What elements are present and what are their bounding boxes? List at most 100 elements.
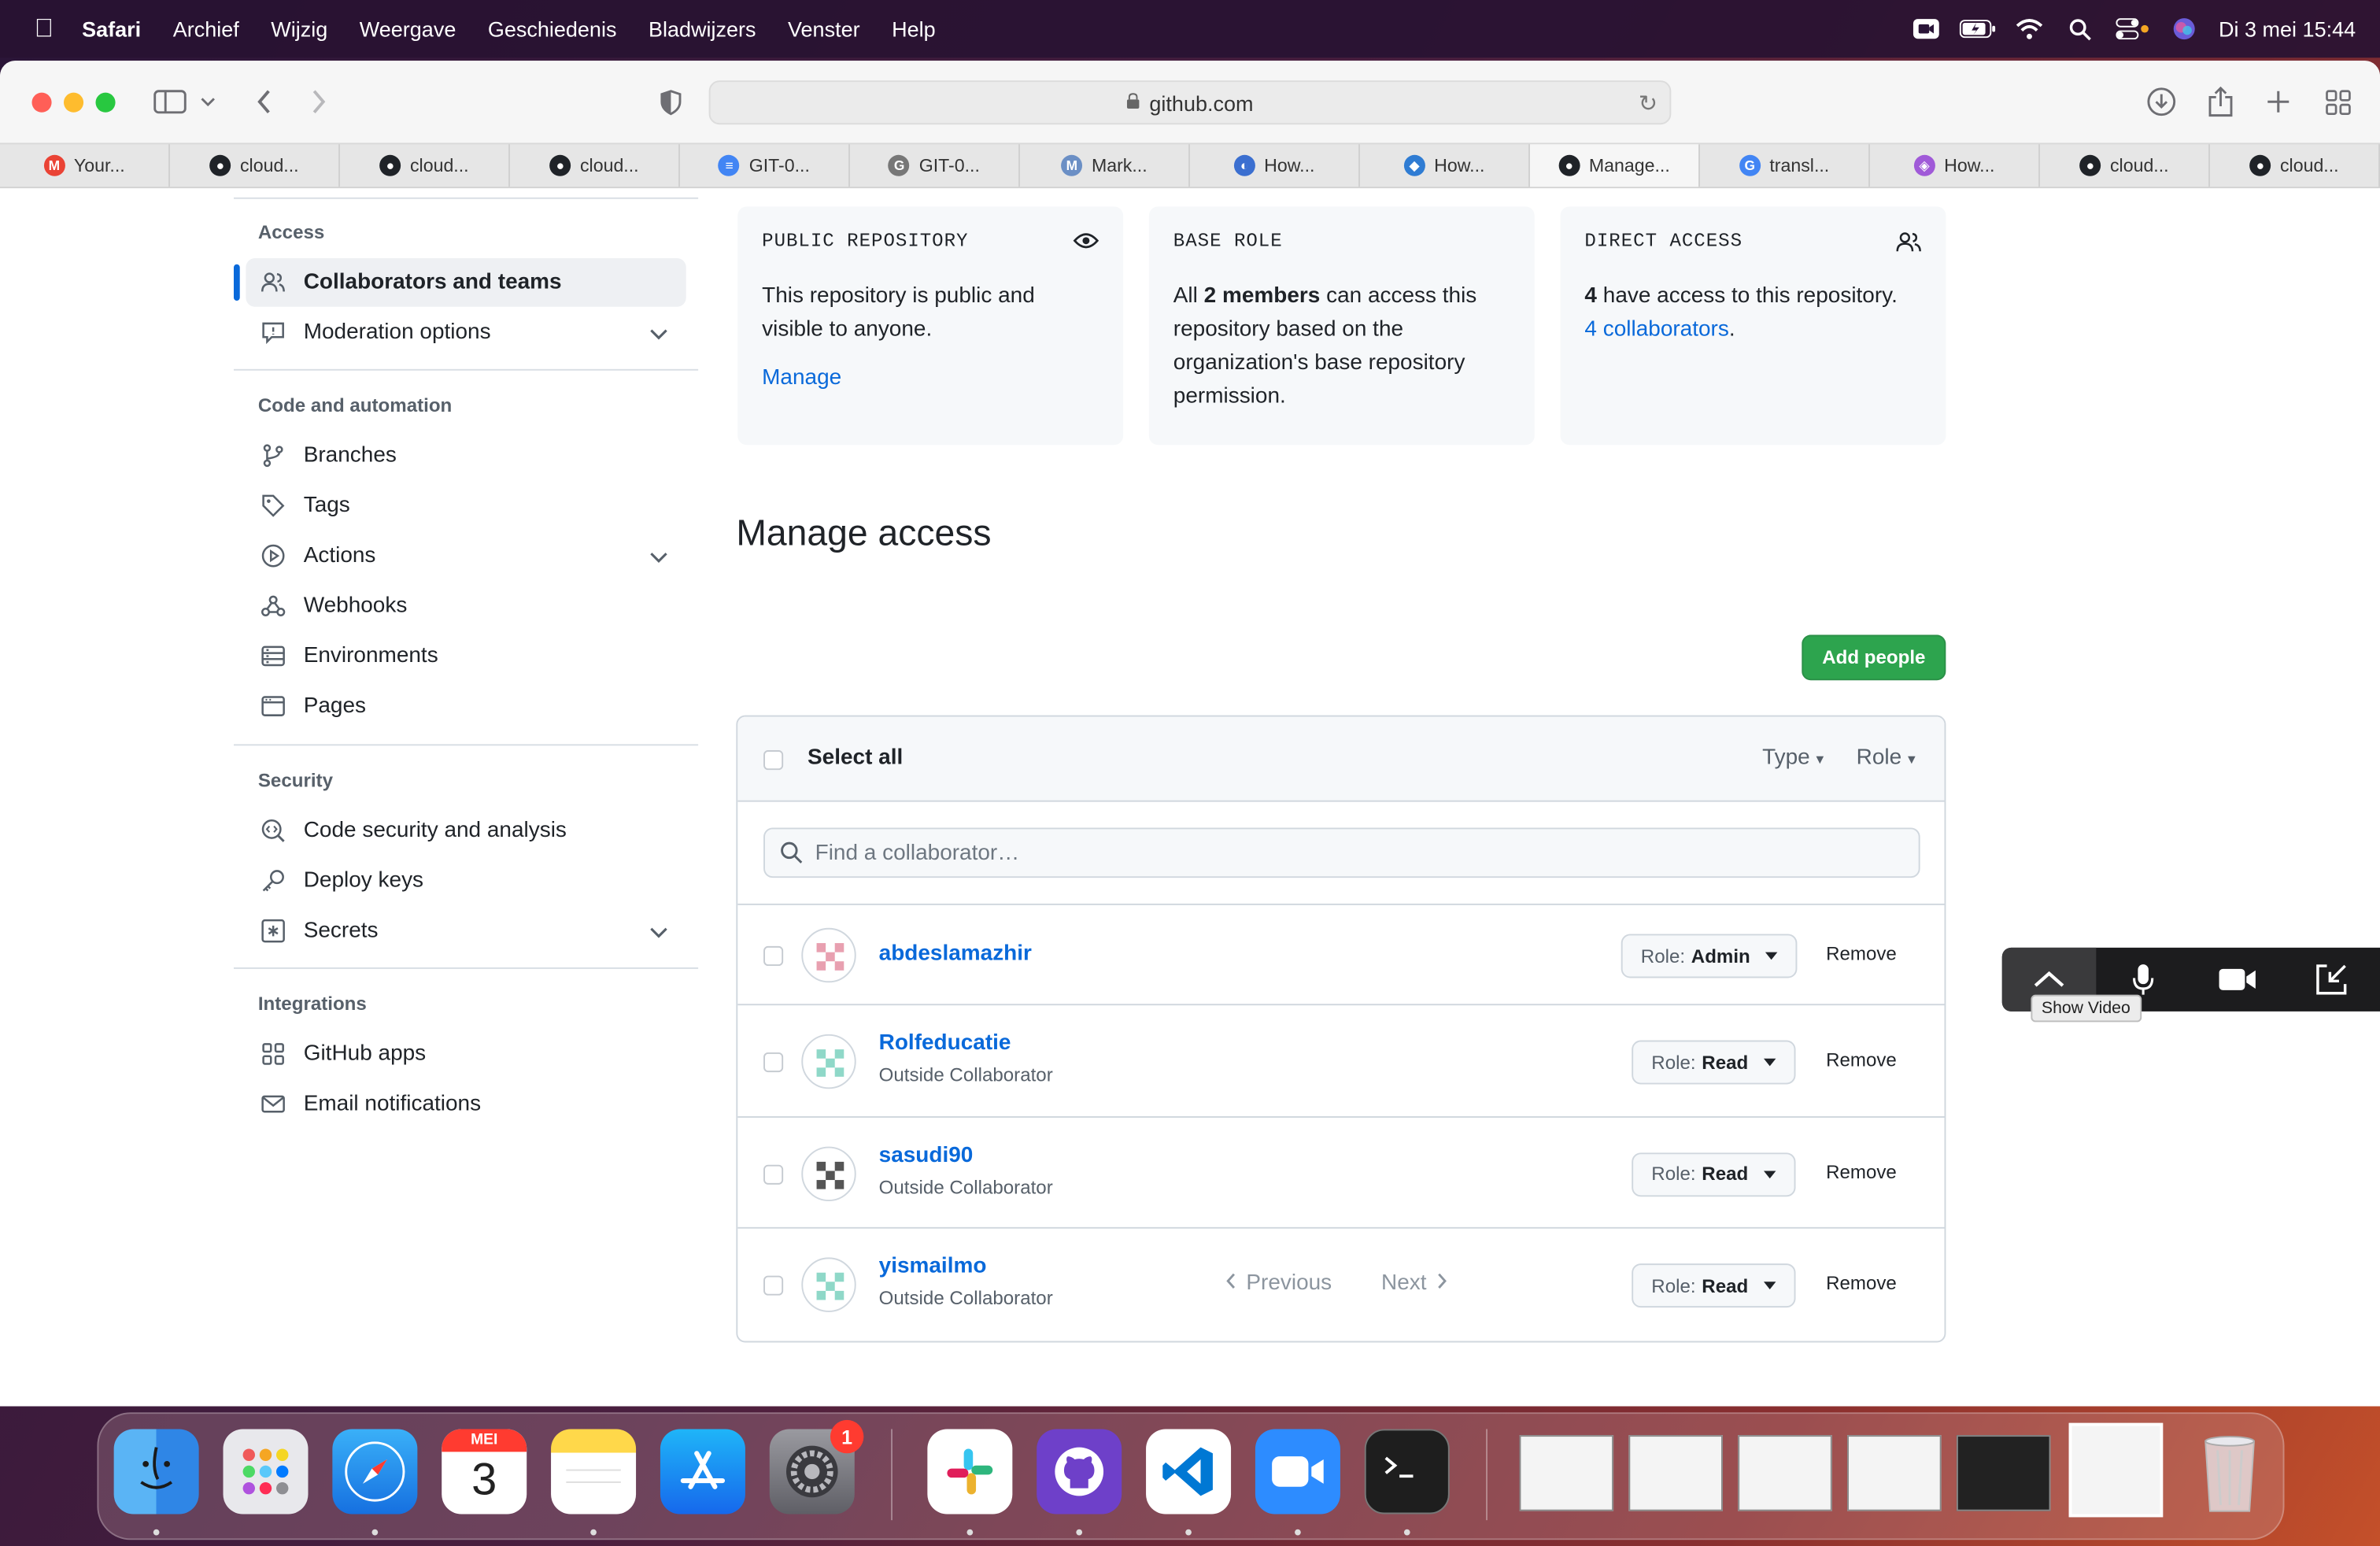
minimized-window-thumbnail[interactable] xyxy=(1847,1435,1942,1511)
slack-icon[interactable] xyxy=(927,1429,1013,1515)
avatar[interactable] xyxy=(801,1034,856,1089)
row-checkbox[interactable] xyxy=(763,1275,784,1296)
siri-icon[interactable] xyxy=(2158,17,2210,41)
role-dropdown[interactable]: Role: Read xyxy=(1632,1263,1796,1308)
menu-geschiedenis[interactable]: Geschiedenis xyxy=(488,17,617,41)
trash-icon[interactable] xyxy=(2187,1429,2272,1514)
sidebar-item-environments[interactable]: Environments xyxy=(246,632,686,681)
collaborator-username[interactable]: Rolfeducatie xyxy=(879,1031,1011,1056)
row-checkbox[interactable] xyxy=(763,945,784,967)
tab-overview-icon[interactable] xyxy=(2318,82,2357,121)
browser-tab[interactable]: ◆ How... xyxy=(1360,144,1530,187)
add-people-button[interactable]: Add people xyxy=(1802,634,1946,681)
minimized-window-thumbnail[interactable] xyxy=(1519,1435,1614,1511)
menu-wijzig[interactable]: Wijzig xyxy=(271,17,327,41)
role-dropdown[interactable]: Role: Admin xyxy=(1621,934,1798,978)
collaborator-username[interactable]: abdeslamazhir xyxy=(879,941,1032,966)
sidebar-item-collaborators[interactable]: Collaborators and teams xyxy=(246,257,686,307)
remove-collaborator-button[interactable]: Remove xyxy=(1826,1273,1897,1294)
collaborator-username[interactable]: yismailmo xyxy=(879,1255,987,1279)
sidebar-item-pages[interactable]: Pages xyxy=(246,682,686,730)
launchpad-icon[interactable] xyxy=(223,1429,309,1515)
role-filter-dropdown[interactable]: Role ▾ xyxy=(1857,745,1916,770)
downloads-icon[interactable] xyxy=(2142,82,2181,121)
sidebar-item-webhooks[interactable]: Webhooks xyxy=(246,582,686,631)
notes-icon[interactable] xyxy=(551,1429,637,1515)
sidebar-item-branches[interactable]: Branches xyxy=(246,431,686,480)
minimized-window-thumbnail[interactable] xyxy=(2068,1422,2164,1518)
browser-tab[interactable]: ● cloud... xyxy=(2210,144,2380,187)
next-page-button[interactable]: Next xyxy=(1381,1271,1448,1296)
browser-tab[interactable]: ≡ GIT-0... xyxy=(680,144,850,187)
browser-tab[interactable]: ● cloud... xyxy=(340,144,510,187)
share-icon[interactable] xyxy=(2201,82,2240,121)
remove-collaborator-button[interactable]: Remove xyxy=(1826,1161,1897,1182)
menu-datetime[interactable]: Di 3 mei 15:44 xyxy=(2219,17,2356,41)
remove-collaborator-button[interactable]: Remove xyxy=(1826,943,1897,964)
control-center-icon[interactable] xyxy=(2106,18,2158,40)
new-tab-icon[interactable] xyxy=(2259,82,2298,121)
role-dropdown[interactable]: Role: Read xyxy=(1632,1040,1796,1085)
menu-archief[interactable]: Archief xyxy=(173,17,239,41)
chevron-down-icon[interactable] xyxy=(193,82,224,121)
row-checkbox[interactable] xyxy=(763,1052,784,1073)
exit-fullscreen-button[interactable] xyxy=(2284,948,2378,1012)
spotlight-search-icon[interactable] xyxy=(2055,17,2107,40)
sidebar-item-email-notifications[interactable]: Email notifications xyxy=(246,1080,686,1129)
forward-icon[interactable] xyxy=(299,82,338,121)
browser-tab[interactable]: ◈ How... xyxy=(1870,144,2040,187)
browser-tab[interactable]: ● cloud... xyxy=(170,144,340,187)
vscode-icon[interactable] xyxy=(1146,1429,1232,1515)
collaborators-link[interactable]: 4 collaborators xyxy=(1584,317,1728,342)
browser-tab[interactable]: ◐ How... xyxy=(1190,144,1360,187)
manage-visibility-link[interactable]: Manage xyxy=(762,361,1099,394)
menu-weergave[interactable]: Weergave xyxy=(360,17,456,41)
close-window-button[interactable] xyxy=(31,91,52,112)
menu-venster[interactable]: Venster xyxy=(788,17,860,41)
minimize-window-button[interactable] xyxy=(63,91,84,112)
menu-bladwijzers[interactable]: Bladwijzers xyxy=(649,17,756,41)
sidebar-item-code-security[interactable]: Code security and analysis xyxy=(246,806,686,855)
sidebar-item-secrets[interactable]: Secrets xyxy=(246,907,686,956)
row-checkbox[interactable] xyxy=(763,1163,784,1184)
avatar[interactable] xyxy=(801,1257,856,1312)
github-desktop-icon[interactable] xyxy=(1037,1429,1122,1515)
battery-icon[interactable] xyxy=(1952,20,2004,39)
privacy-shield-icon[interactable] xyxy=(651,82,690,121)
avatar[interactable] xyxy=(801,1145,856,1201)
browser-tab[interactable]: Gtransl... xyxy=(1700,144,1870,187)
sidebar-item-actions[interactable]: Actions xyxy=(246,531,686,580)
zoom-icon[interactable] xyxy=(1255,1429,1340,1515)
previous-page-button[interactable]: Previous xyxy=(1225,1271,1332,1296)
menu-app-name[interactable]: Safari xyxy=(82,17,141,41)
minimized-window-thumbnail[interactable] xyxy=(1956,1435,2051,1511)
address-bar[interactable]: github.com ↻ xyxy=(708,80,1672,125)
remove-collaborator-button[interactable]: Remove xyxy=(1826,1049,1897,1071)
sidebar-item-github-apps[interactable]: GitHub apps xyxy=(246,1030,686,1078)
browser-tab[interactable]: M Mark... xyxy=(1020,144,1190,187)
sidebar-item-deploy-keys[interactable]: Deploy keys xyxy=(246,856,686,905)
collaborator-username[interactable]: sasudi90 xyxy=(879,1143,974,1167)
terminal-icon[interactable] xyxy=(1364,1429,1450,1515)
zoom-window-button[interactable] xyxy=(95,91,116,112)
minimized-window-thumbnail[interactable] xyxy=(1738,1435,1832,1511)
back-icon[interactable] xyxy=(244,82,283,121)
sidebar-item-moderation[interactable]: Moderation options xyxy=(246,309,686,357)
reload-icon[interactable]: ↻ xyxy=(1639,90,1658,117)
minimized-window-thumbnail[interactable] xyxy=(1628,1435,1723,1511)
calendar-icon[interactable]: MEI 3 xyxy=(442,1429,527,1515)
app-store-icon[interactable] xyxy=(660,1429,745,1515)
browser-tab[interactable]: ● cloud... xyxy=(510,144,680,187)
browser-tab[interactable]: M Your... xyxy=(0,144,170,187)
apple-icon[interactable]:  xyxy=(28,13,61,44)
type-filter-dropdown[interactable]: Type ▾ xyxy=(1762,745,1824,770)
search-box[interactable] xyxy=(763,827,1920,878)
role-dropdown[interactable]: Role: Read xyxy=(1632,1152,1796,1196)
avatar[interactable] xyxy=(801,927,856,983)
select-all-checkbox[interactable] xyxy=(763,750,784,771)
browser-tab[interactable]: ● Manage... xyxy=(1529,144,1700,187)
browser-tab[interactable]: G GIT-0... xyxy=(850,144,1020,187)
sidebar-item-tags[interactable]: Tags xyxy=(246,482,686,531)
safari-icon[interactable] xyxy=(332,1429,418,1515)
video-recording-icon[interactable] xyxy=(1900,18,1952,39)
